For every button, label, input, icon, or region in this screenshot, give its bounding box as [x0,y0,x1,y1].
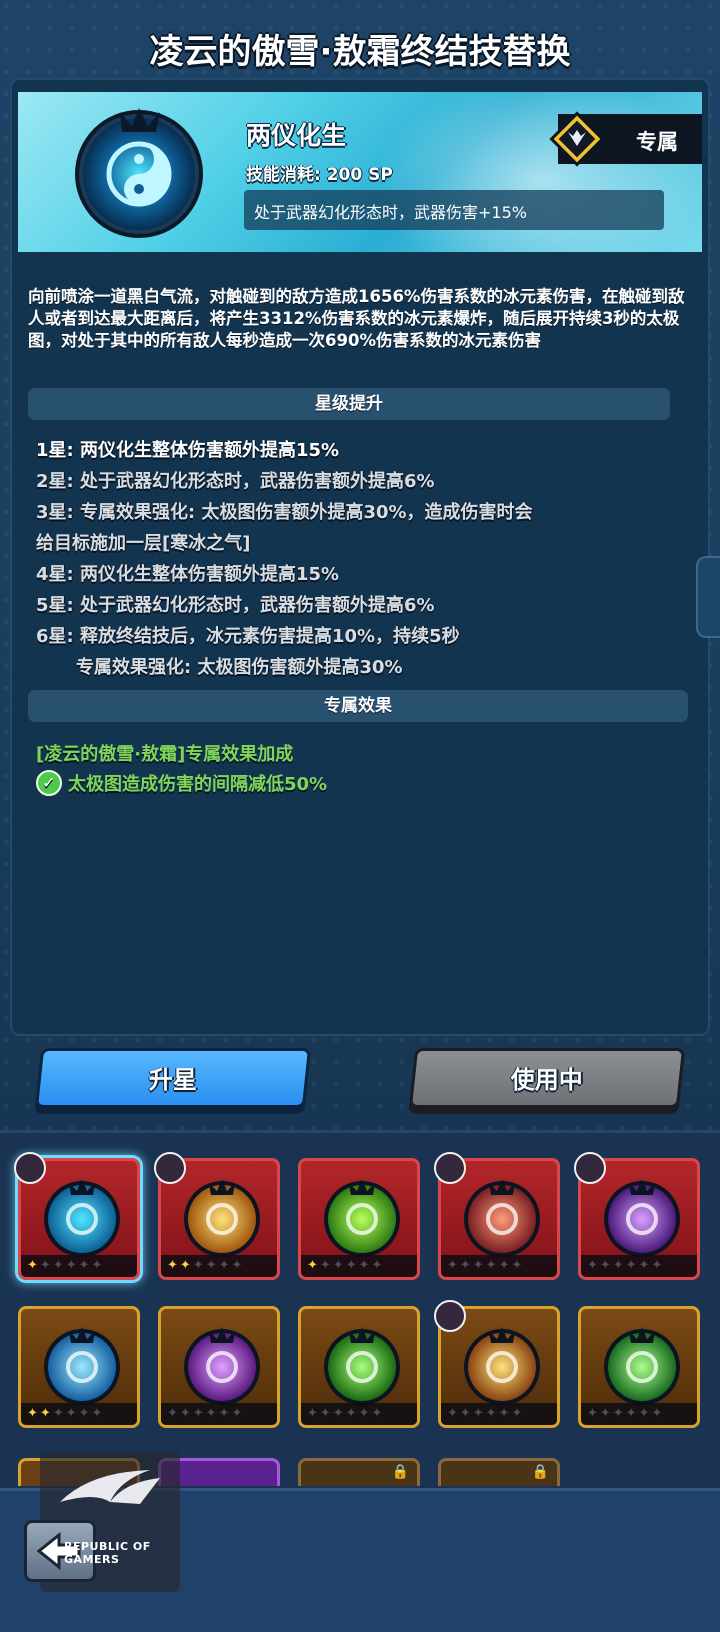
planet-ring-icon [464,1179,540,1257]
star-rating: ✦✦✦✦✦✦ [301,1255,417,1277]
purple-wave-icon [184,1327,260,1405]
skill-tile[interactable]: ✦✦✦✦✦✦ [298,1158,420,1280]
star-rating: ✦✦✦✦✦✦ [441,1255,557,1277]
star-line-1: 1星: 两仪化生整体伤害额外提高15% [36,440,340,461]
skill-cost: 技能消耗: 200 SP [246,165,393,185]
page-title: 凌云的傲雪·敖霜终结技替换 [149,32,571,72]
star-rating: ✦✦✦✦✦✦ [581,1403,697,1425]
star-rating: ✦✦✦✦✦✦ [581,1255,697,1277]
skill-tile[interactable]: ✦✦✦✦✦✦ [298,1306,420,1428]
exclusive-effect-text: 太极图造成伤害的间隔减低50% [68,774,328,795]
star-line-6-cont: 专属效果强化: 太极图伤害额外提高30% [76,657,403,678]
star-rating: ✦✦✦✦✦✦ [21,1255,137,1277]
hero-avatar-badge-icon [14,1152,46,1184]
star-line-5: 5星: 处于武器幻化形态时，武器伤害额外提高6% [36,595,435,616]
exclusive-effect-section-title: 专属效果 [28,690,688,722]
skill-bonus: 处于武器幻化形态时，武器伤害+15% [244,190,664,230]
hero-avatar-badge-icon [574,1152,606,1184]
star-line-3: 3星: 专属效果强化: 太极图伤害额外提高30%，造成伤害时会 [36,502,533,523]
skill-tile[interactable]: ✦✦✦✦✦✦ [578,1306,700,1428]
star-line-2: 2星: 处于武器幻化形态时，武器伤害额外提高6% [36,471,435,492]
lightning-icon [464,1327,540,1405]
skill-tile-partial-locked[interactable]: 🔒 [438,1458,560,1486]
hero-avatar-badge-icon [154,1152,186,1184]
skill-description: 向前喷涂一道黑白气流，对触碰到的敌方造成1656%伤害系数的冰元素伤害，在触碰到… [28,287,685,350]
skill-name: 两仪化生 [246,121,347,150]
exclusive-effect-title: [凌云的傲雪·敖霜]专属效果加成 [36,744,294,765]
exclusive-effect-line: ✓ 太极图造成伤害的间隔减低50% [36,770,327,796]
star-upgrade-section-title: 星级提升 [28,388,670,420]
side-scroll-handle[interactable] [696,556,720,638]
hero-exclusive-badge-icon [549,111,605,167]
lock-icon: 🔒 [531,1464,549,1480]
yin-yang-skill-icon [75,108,203,238]
star-line-6: 6星: 释放终结技后，冰元素伤害提高10%，持续5秒 [36,626,460,647]
yin-yang-icon [44,1179,120,1257]
exclusive-tag: 专属 [549,111,702,167]
green-swirl-icon [324,1179,400,1257]
star-rating: ✦✦✦✦✦✦ [161,1255,277,1277]
star-line-3-cont: 给目标施加一层[寒冰之气] [36,533,251,554]
green-pillars-icon [324,1327,400,1405]
hero-avatar-badge-icon [434,1152,466,1184]
star-rating: ✦✦✦✦✦✦ [301,1403,417,1425]
hero-avatar-badge-icon [434,1300,466,1332]
skill-tile[interactable]: ✦✦✦✦✦✦ [158,1306,280,1428]
ice-shards-icon [44,1327,120,1405]
star-rating: ✦✦✦✦✦✦ [441,1403,557,1425]
rog-watermark-text: REPUBLIC OF GAMERS [64,1540,151,1566]
skill-tile-partial-locked[interactable]: 🔒 [298,1458,420,1486]
purple-arrow-icon [604,1179,680,1257]
star-line-4: 4星: 两仪化生整体伤害额外提高15% [36,564,340,585]
exclusive-label: 专属 [636,130,678,154]
in-use-button[interactable]: 使用中 [408,1048,686,1108]
golden-burst-icon [184,1179,260,1257]
star-rating: ✦✦✦✦✦✦ [161,1403,277,1425]
skill-tile[interactable]: ✦✦✦✦✦✦ [18,1306,140,1428]
skill-header-card: 两仪化生 技能消耗: 200 SP 处于武器幻化形态时，武器伤害+15% 专属 [18,92,702,252]
upgrade-star-button[interactable]: 升星 [34,1048,312,1108]
lock-icon: 🔒 [391,1464,409,1480]
star-rating: ✦✦✦✦✦✦ [21,1403,137,1425]
check-icon: ✓ [36,770,62,796]
green-up-arrow-icon [604,1327,680,1405]
